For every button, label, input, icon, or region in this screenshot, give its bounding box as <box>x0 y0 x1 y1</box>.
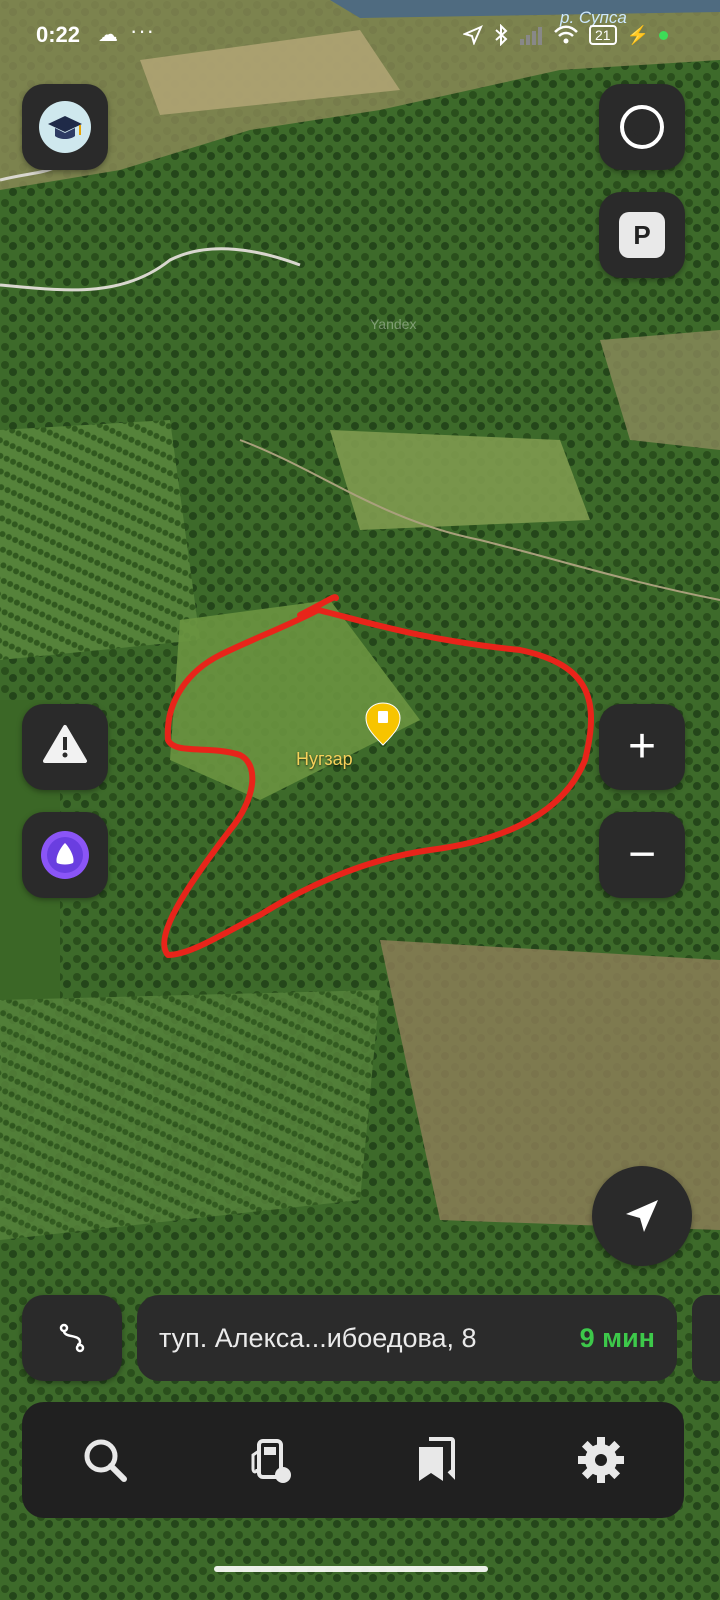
cloud-icon: ☁ <box>98 24 118 46</box>
location-arrow-icon <box>463 25 483 45</box>
status-icons: 21 ⚡ <box>463 24 668 46</box>
minus-icon: − <box>627 828 657 881</box>
side-panel-tab[interactable] <box>692 1295 720 1381</box>
layers-button[interactable] <box>599 84 685 170</box>
plus-icon: + <box>627 720 657 773</box>
destination-address: туп. Алекса...ибоедова, 8 <box>159 1322 477 1353</box>
wifi-icon <box>554 25 578 44</box>
parking-icon: P <box>619 212 665 258</box>
map-watermark: Yandex <box>370 316 417 332</box>
route-eta: 9 мин <box>579 1322 655 1353</box>
place-label[interactable]: Нугзар <box>296 749 353 770</box>
privacy-dot <box>659 30 668 40</box>
warning-icon <box>43 725 87 763</box>
bottom-tab-bar <box>22 1402 684 1518</box>
status-bar: 0:22 ☁ ··· р. Супса 21 ⚡ <box>0 0 720 72</box>
fuel-pump-icon <box>251 1439 292 1483</box>
tab-fuel[interactable] <box>225 1415 315 1505</box>
zoom-out-button[interactable]: − <box>599 812 685 898</box>
search-icon <box>84 1439 127 1482</box>
academy-button[interactable] <box>22 84 108 170</box>
zoom-in-button[interactable]: + <box>599 704 685 790</box>
alice-icon <box>41 831 89 879</box>
tab-settings[interactable] <box>556 1415 646 1505</box>
alice-assistant-button[interactable] <box>22 812 108 898</box>
bluetooth-icon <box>495 24 508 46</box>
bookmarks-icon <box>418 1437 455 1481</box>
my-location-button[interactable] <box>592 1166 692 1266</box>
tab-bookmarks[interactable] <box>391 1415 481 1505</box>
graduation-cap-icon <box>39 101 91 153</box>
report-incident-button[interactable] <box>22 704 108 790</box>
clock: 0:22 <box>36 22 81 47</box>
more-notifications-icon: ··· <box>130 18 155 43</box>
navigation-arrow-icon <box>626 1200 658 1232</box>
route-options-button[interactable] <box>22 1295 122 1381</box>
gear-icon <box>578 1437 625 1483</box>
signal-icon <box>520 27 542 45</box>
charging-icon: ⚡ <box>626 24 649 45</box>
home-indicator[interactable] <box>214 1566 488 1572</box>
tab-search[interactable] <box>60 1415 150 1505</box>
battery-indicator: 21 <box>589 25 617 45</box>
route-icon <box>59 1323 85 1353</box>
parking-button[interactable]: P <box>599 192 685 278</box>
layers-circle-icon <box>620 105 664 149</box>
route-destination-bar[interactable]: туп. Алекса...ибоедова, 8 9 мин <box>137 1295 677 1381</box>
